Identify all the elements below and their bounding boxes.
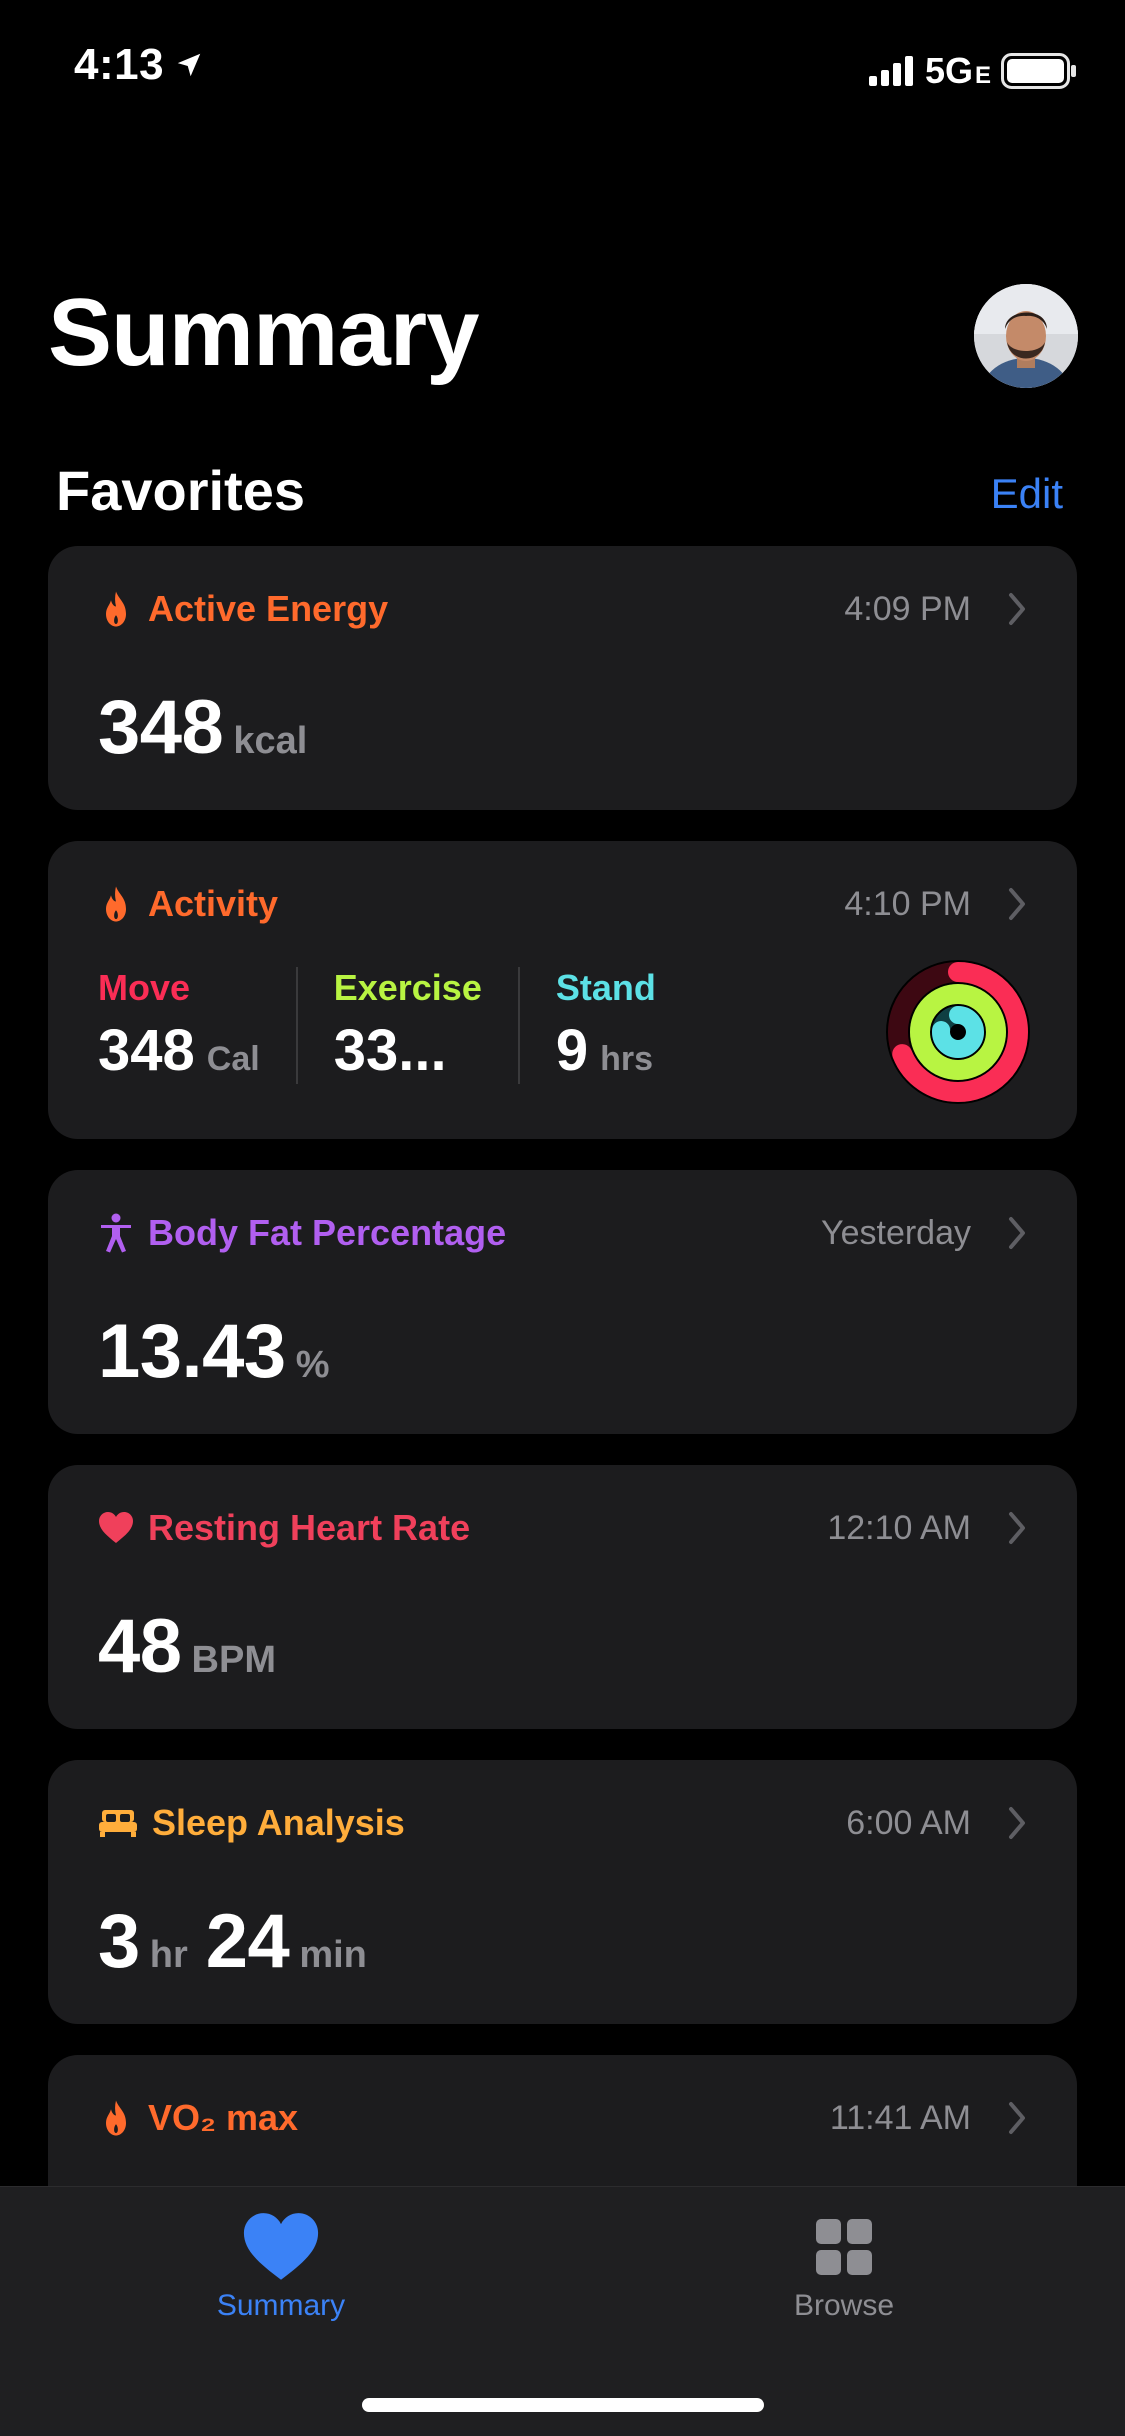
card-timestamp: 11:41 AM — [829, 2098, 971, 2137]
card-metric: 48 BPM — [98, 1603, 294, 1690]
chevron-right-icon — [1009, 1807, 1025, 1839]
sleep-minutes-value: 24 — [205, 1899, 290, 1984]
card-metric: 348 kcal — [98, 684, 325, 771]
activity-exercise: Exercise 33... — [295, 967, 518, 1084]
metric-value: 348 — [98, 685, 224, 770]
metric-unit: kcal — [233, 720, 308, 762]
status-time: 4:13 — [74, 40, 204, 90]
metric-value: 48 — [98, 1604, 182, 1689]
move-unit: Cal — [206, 1040, 260, 1078]
heart-icon — [243, 2213, 319, 2280]
card-label: Active Energy — [148, 588, 389, 629]
chevron-right-icon — [1009, 888, 1025, 920]
card-timestamp: Yesterday — [821, 1213, 971, 1252]
flame-icon — [98, 884, 134, 924]
chevron-right-icon — [1009, 1512, 1025, 1544]
sleep-hours-value: 3 — [98, 1899, 140, 1984]
card-timestamp: 6:00 AM — [846, 1803, 971, 1842]
tab-browse[interactable]: Browse — [714, 2211, 974, 2323]
status-bar: 4:13 5G E — [0, 0, 1125, 140]
health-summary-screen: 4:13 5G E Summary Favorites Edit Active … — [0, 0, 1125, 2436]
page-title: Summary — [48, 279, 480, 386]
card-sleep-analysis[interactable]: Sleep Analysis 6:00 AM 3 hr 24 min — [48, 1760, 1077, 2024]
location-arrow-icon — [177, 53, 201, 77]
card-metric: 13.43 % — [98, 1308, 347, 1395]
card-header: Body Fat Percentage Yesterday — [98, 1208, 1027, 1258]
tab-browse-label: Browse — [793, 2289, 895, 2322]
card-label: Sleep Analysis — [152, 1802, 405, 1843]
edit-favorites-button[interactable]: Edit — [991, 470, 1063, 518]
metric-unit: BPM — [191, 1639, 276, 1681]
stand-unit: hrs — [600, 1040, 654, 1078]
avatar-image — [974, 284, 1078, 388]
activity-columns: Move 348 Cal Exercise 33... Stand 9 hrs — [98, 967, 692, 1084]
card-metric: 3 hr 24 min — [98, 1898, 385, 1985]
card-body-fat[interactable]: Body Fat Percentage Yesterday 13.43 % — [48, 1170, 1077, 1434]
card-header: Activity 4:10 PM — [98, 879, 1027, 929]
card-timestamp: 4:09 PM — [844, 589, 971, 628]
move-label: Move — [98, 967, 191, 1008]
chevron-right-icon — [1009, 1217, 1025, 1249]
sleep-hours-unit: hr — [149, 1934, 188, 1976]
tab-summary-label: Summary — [216, 2289, 346, 2322]
card-timestamp: 12:10 AM — [827, 1508, 971, 1547]
stand-label: Stand — [555, 967, 656, 1008]
profile-avatar[interactable] — [974, 284, 1078, 388]
home-indicator[interactable] — [362, 2398, 764, 2412]
heart-icon — [98, 1508, 134, 1548]
card-header: Sleep Analysis 6:00 AM — [98, 1798, 1027, 1848]
exercise-value: 33... — [333, 1018, 447, 1083]
card-header: Active Energy 4:09 PM — [98, 584, 1027, 634]
card-label: Body Fat Percentage — [148, 1212, 507, 1253]
flame-icon — [98, 2098, 134, 2138]
card-active-energy[interactable]: Active Energy 4:09 PM 348 kcal — [48, 546, 1077, 810]
card-activity[interactable]: Activity 4:10 PM Move 348 Cal Exercise 3… — [48, 841, 1077, 1139]
metric-unit: % — [295, 1344, 330, 1386]
favorites-title: Favorites — [56, 459, 305, 522]
metric-value: 13.43 — [98, 1309, 286, 1394]
activity-move: Move 348 Cal — [98, 967, 296, 1084]
chevron-right-icon — [1009, 2102, 1025, 2134]
status-time-text: 4:13 — [74, 40, 165, 89]
battery-icon — [1001, 53, 1076, 89]
grid-icon — [816, 2219, 872, 2275]
tab-summary[interactable]: Summary — [151, 2211, 411, 2323]
person-icon — [98, 1213, 134, 1253]
card-label: VO₂ max — [148, 2097, 299, 2138]
network-type: 5G E — [924, 50, 991, 91]
exercise-label: Exercise — [333, 967, 482, 1008]
card-resting-heart-rate[interactable]: Resting Heart Rate 12:10 AM 48 BPM — [48, 1465, 1077, 1729]
activity-rings-icon — [886, 960, 1030, 1104]
flame-icon — [98, 589, 134, 629]
card-header: Resting Heart Rate 12:10 AM — [98, 1503, 1027, 1553]
move-value: 348 — [98, 1018, 195, 1083]
card-header: VO₂ max 11:41 AM — [98, 2093, 1027, 2143]
card-label: Activity — [148, 883, 279, 924]
card-label: Resting Heart Rate — [148, 1507, 471, 1548]
card-timestamp: 4:10 PM — [844, 884, 971, 923]
bed-icon — [98, 1803, 138, 1843]
chevron-right-icon — [1009, 593, 1025, 625]
status-indicators: 5G E — [868, 50, 1077, 92]
activity-stand: Stand 9 hrs — [517, 967, 692, 1084]
cellular-signal-icon — [868, 56, 913, 86]
stand-value: 9 — [555, 1018, 589, 1083]
sleep-minutes-unit: min — [299, 1934, 367, 1976]
